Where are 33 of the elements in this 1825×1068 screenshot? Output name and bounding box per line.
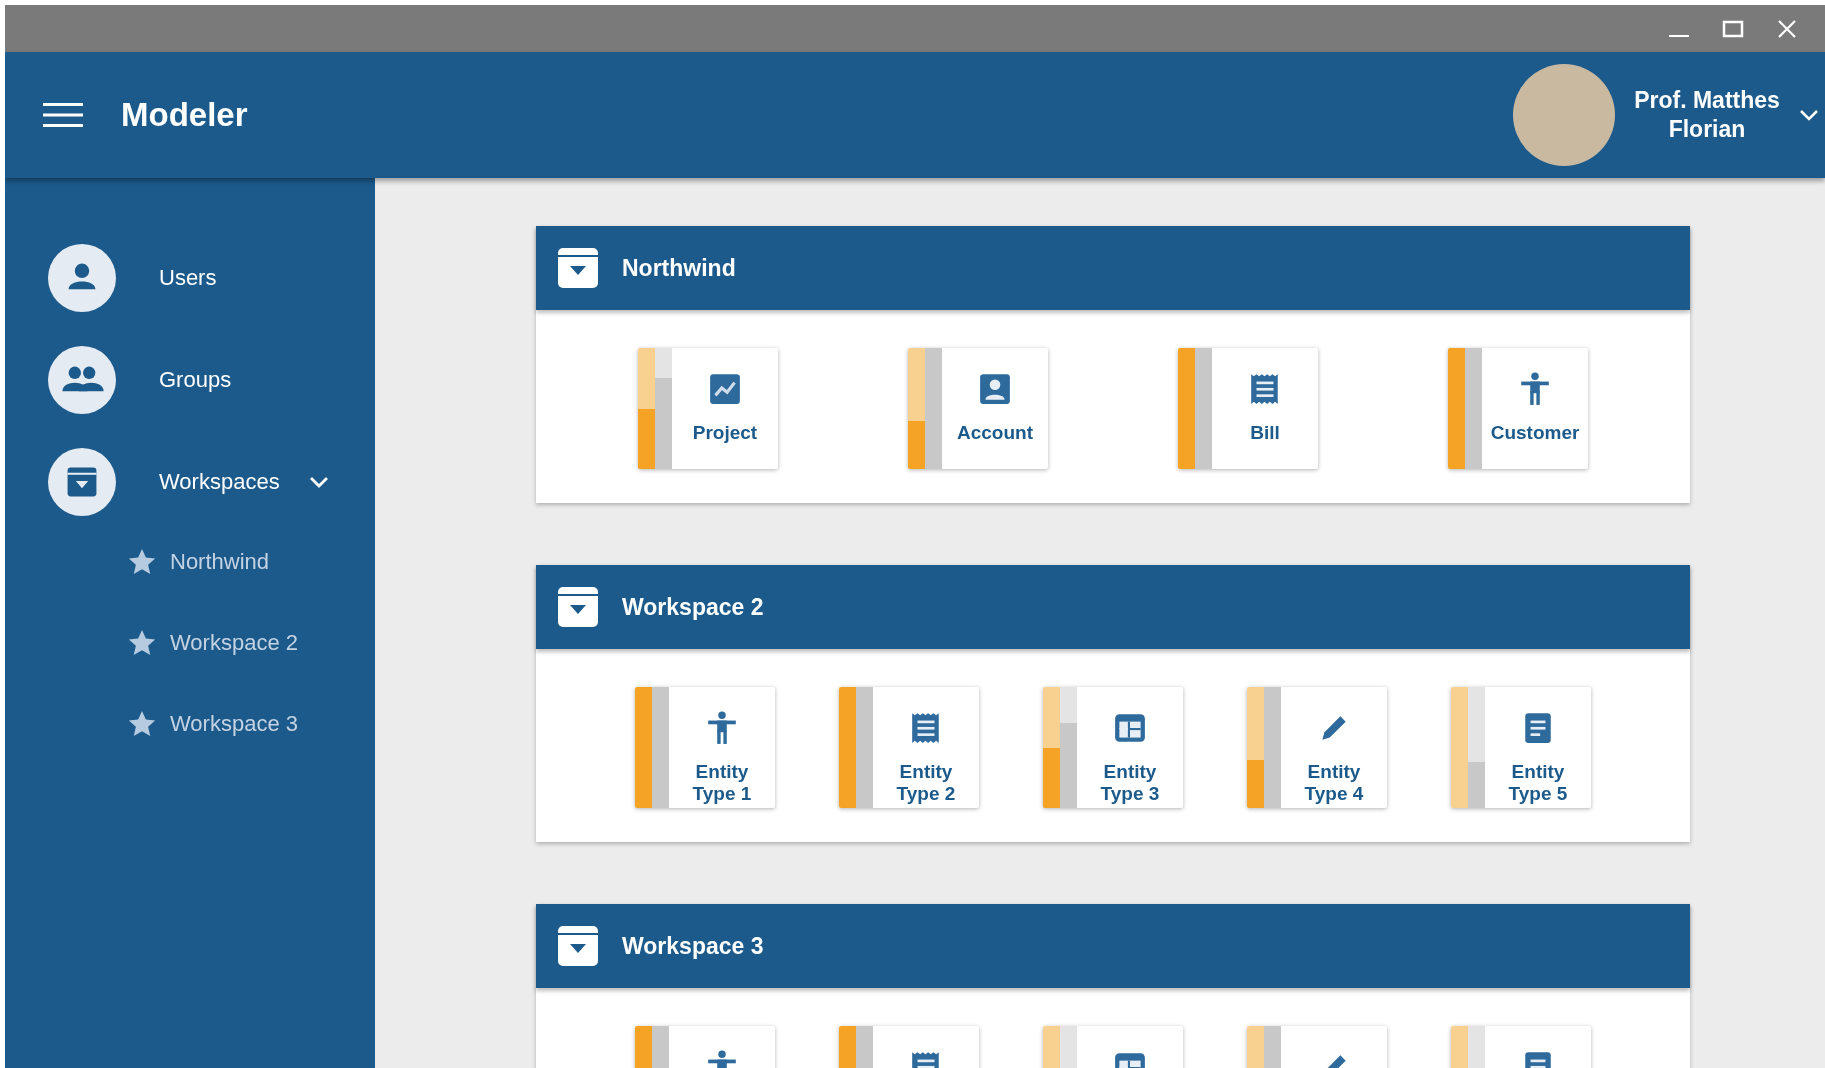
standing-figure-icon [705,711,739,745]
entity-card[interactable]: Project [638,348,778,469]
entity-card[interactable]: Entity Type 5 [1451,687,1591,808]
chevron-down-icon [1799,108,1819,122]
workspace-link[interactable]: Northwind [127,547,375,577]
archive-icon [558,926,598,966]
app-title: Modeler [121,96,248,134]
entity-card[interactable]: Customer [1448,348,1588,469]
sidebar-item[interactable]: Groups [48,346,375,414]
workspace-link[interactable]: Workspace 2 [127,628,375,658]
entity-card[interactable]: Entity Type 3 [1043,687,1183,808]
contact-card-icon [978,372,1012,406]
sidebar-item[interactable]: Workspaces [48,448,375,516]
workspace-header[interactable]: Workspace 3 [536,904,1690,988]
entity-card[interactable]: Entity Type 2 [839,687,979,808]
sidebar-item[interactable]: Users [48,244,375,312]
user-menu[interactable]: Prof. Matthes Florian [1513,64,1825,166]
group-icon [48,346,116,414]
chart-icon [708,372,742,406]
entity-card[interactable]: Entity Type 1 [635,687,775,808]
archive-icon [558,248,598,288]
entity-card[interactable]: Bill [1178,348,1318,469]
workspace-link[interactable]: Workspace 3 [127,709,375,739]
menu-icon[interactable] [43,101,83,129]
entity-card[interactable]: Entity Type 4 [1247,687,1387,808]
table-icon [1113,711,1147,745]
workspace-header[interactable]: Northwind [536,226,1690,310]
standing-figure-icon [1518,372,1552,406]
workspace-header[interactable]: Workspace 2 [536,565,1690,649]
entity-card[interactable]: Account [908,348,1048,469]
archive-icon [48,448,116,516]
user-icon [48,244,116,312]
archive-icon [558,587,598,627]
